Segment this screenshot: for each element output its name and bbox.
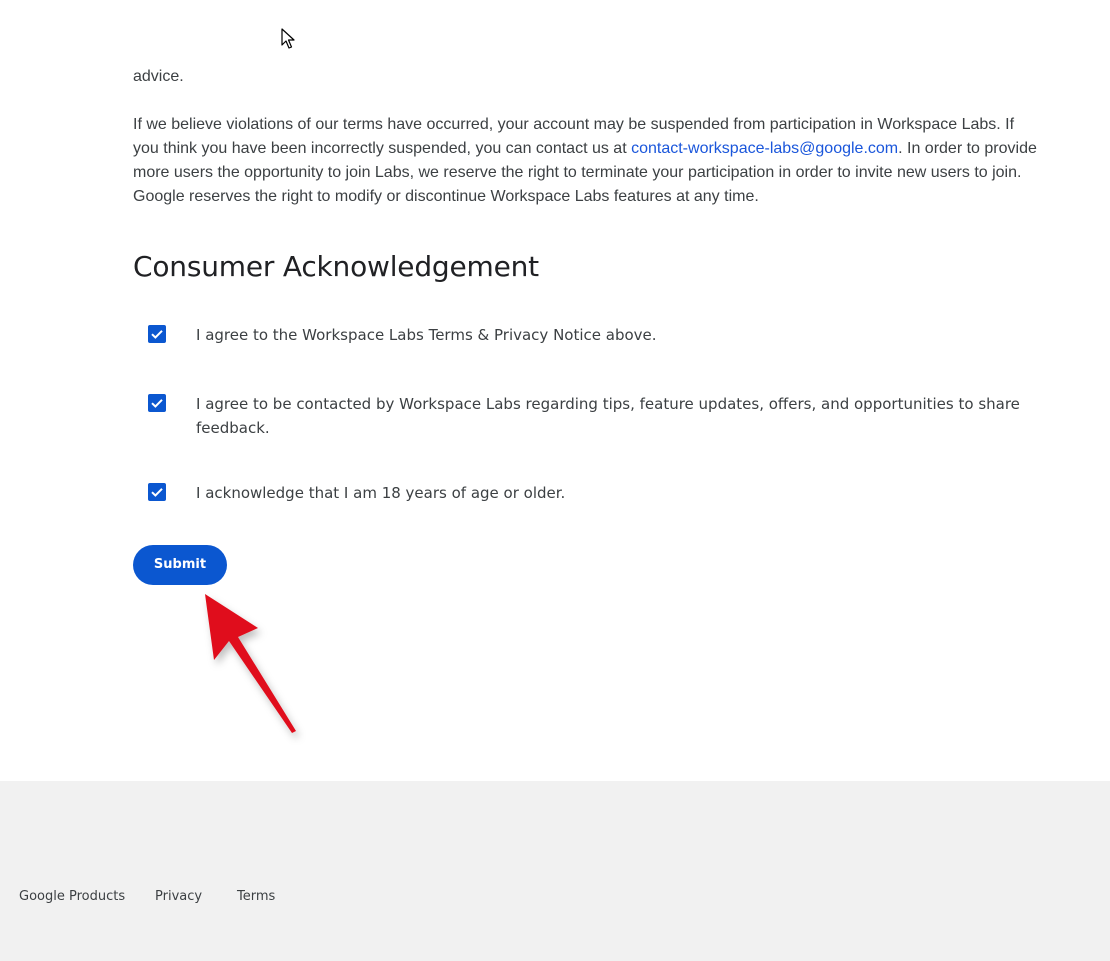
annotation-arrow	[205, 594, 296, 733]
check-icon	[151, 399, 163, 408]
page-footer: Google Products Privacy Terms	[0, 781, 1110, 961]
check-icon	[151, 330, 163, 339]
contact-consent-checkbox[interactable]	[148, 394, 166, 412]
paragraph-advice: advice.	[133, 68, 184, 85]
age-checkbox[interactable]	[148, 483, 166, 501]
submit-button[interactable]: Submit	[133, 545, 227, 585]
age-label: I acknowledge that I am 18 years of age …	[196, 484, 566, 502]
check-icon	[151, 488, 163, 497]
suspension-paragraph: If we believe violations of our terms ha…	[133, 113, 1038, 209]
terms-label: I agree to the Workspace Labs Terms & Pr…	[196, 326, 657, 344]
mouse-pointer-icon	[281, 28, 295, 55]
footer-link-terms[interactable]: Terms	[237, 889, 275, 904]
footer-link-google-products[interactable]: Google Products	[19, 889, 125, 904]
contact-email-link[interactable]: contact-workspace-labs@google.com	[631, 140, 898, 157]
terms-checkbox[interactable]	[148, 325, 166, 343]
section-title: Consumer Acknowledgement	[133, 250, 539, 283]
footer-link-privacy[interactable]: Privacy	[155, 889, 202, 904]
contact-consent-label: I agree to be contacted by Workspace Lab…	[196, 395, 1020, 437]
red-arrow-icon	[195, 585, 310, 750]
